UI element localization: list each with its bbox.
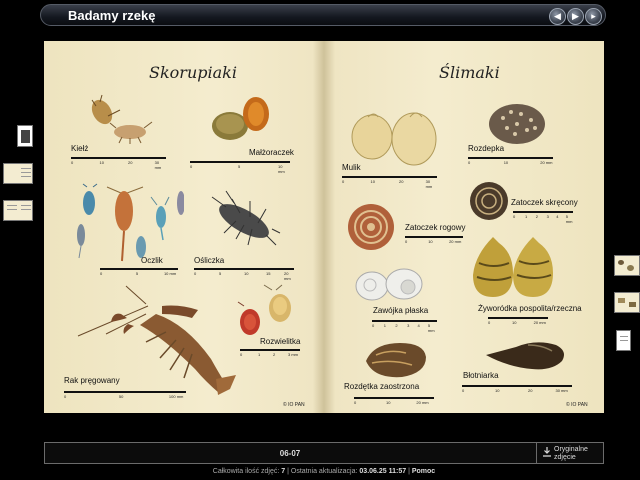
thumbnail-image — [629, 302, 636, 307]
thumbnail-image — [618, 260, 624, 265]
arrow-left-icon: ◀ — [554, 11, 561, 21]
label-osliczka: Ośliczka — [194, 256, 225, 265]
label-blotniarka: Błotniarka — [463, 371, 499, 380]
label-zatoczek-skrecony: Zatoczek skręcony — [511, 198, 578, 207]
bottom-panel: 06-07 Oryginalne zdjęcie — [44, 442, 604, 464]
scale-bar: 0123 mm — [240, 349, 300, 358]
thumbnail-image — [627, 265, 634, 271]
last-update-value: 03.06.25 11:57 — [359, 468, 407, 475]
thumbnail-pages-2-3[interactable] — [3, 163, 33, 184]
label-malzoraczek: Małżoraczek — [249, 148, 294, 157]
previous-button[interactable]: ◀ — [549, 8, 566, 25]
book-spread: Skorupiaki Kiełż 0 10 20 30 mm Małżoraczek … — [44, 41, 604, 413]
label-zatoczek-rogowy: Zatoczek rogowy — [405, 223, 466, 232]
label-oczlik: Oczlik — [141, 256, 163, 265]
scale-bar: 0 5 10 mm — [190, 161, 290, 174]
label-rozdepka: Rozdepka — [468, 144, 505, 153]
right-page-title: Ślimaki — [439, 63, 500, 82]
scale-bar: 0 10 20 mm — [354, 397, 434, 406]
valvata-illustration — [355, 268, 423, 301]
end-button[interactable]: ▸ — [585, 8, 602, 25]
arrow-end-icon: ▸ — [591, 11, 596, 21]
crayfish-illustration — [77, 285, 236, 395]
label-kielz: Kiełż — [71, 144, 89, 153]
thumbnail-page-1[interactable] — [17, 125, 33, 147]
scale-bar: 0 5 10 mm — [100, 268, 178, 277]
viviparus-illustration — [473, 237, 553, 297]
thumbnail-image — [618, 298, 625, 303]
scale-bar: 0 10 20 mm — [405, 236, 463, 245]
planorbarius-illustration — [348, 204, 394, 250]
label-zyworodka: Żyworódka pospolita/rzeczna — [478, 304, 582, 313]
original-photo-label: Oryginalne zdjęcie — [554, 446, 588, 461]
daphnia-illustration — [237, 284, 291, 335]
left-page-copyright: © IO PAN — [283, 402, 305, 408]
ostracod-illustration — [212, 97, 269, 140]
thumbnail-pages-4-5[interactable] — [3, 200, 33, 221]
label-rak-pregowany: Rak pręgowany — [64, 376, 120, 385]
scale-bar: 012345 mm — [372, 320, 437, 333]
last-update-label: Ostatnia aktualizacja: — [290, 468, 358, 475]
arrow-right-icon: ▶ — [572, 11, 579, 21]
download-icon — [543, 447, 551, 457]
scale-bar: 0 10 20 30 mm — [462, 385, 572, 394]
right-page-copyright: © IO PAN — [566, 402, 588, 408]
label-rozdetka: Rozdętka zaostrzona — [344, 382, 420, 391]
label-rozwielitka: Rozwielitka — [260, 337, 301, 346]
thumbnail-pages-10-11[interactable] — [614, 292, 640, 313]
window-title: Badamy rzekę — [68, 8, 156, 23]
planorbis-illustration — [470, 182, 508, 220]
amphipod-illustration — [91, 94, 153, 144]
scale-bar: 0 10 20 30 mm — [71, 157, 166, 170]
scale-bar: 012345 mm — [513, 211, 573, 224]
theodoxus-illustration — [489, 104, 545, 144]
thumbnail-pages-8-9[interactable] — [614, 255, 640, 276]
copepod-illustration — [77, 183, 184, 262]
original-photo-button[interactable]: Oryginalne zdjęcie — [536, 443, 604, 463]
scale-bar: 0 10 20 mm — [468, 157, 553, 166]
status-bar: Całkowita ilość zdjęć: 7 | Ostatnia aktu… — [212, 468, 436, 475]
next-button[interactable]: ▶ — [567, 8, 584, 25]
scale-bar: 0 10 20 30 mm — [342, 176, 437, 189]
lymnaea-illustration — [486, 342, 564, 370]
label-mulik: Mulik — [342, 163, 361, 172]
scale-bar: 0 10 20 mm — [488, 317, 548, 326]
physella-illustration — [366, 343, 426, 378]
page-numbers: 06-07 — [279, 449, 301, 458]
left-page-title: Skorupiaki — [149, 63, 237, 82]
thumbnail-image — [21, 130, 30, 143]
total-photos-value: 7 — [281, 468, 286, 475]
help-link[interactable]: Pomoc — [412, 468, 435, 475]
bithynia-illustration — [351, 112, 437, 166]
label-zawojka-plaska: Zawójka płaska — [373, 306, 429, 315]
total-photos-label: Całkowita ilość zdjęć: — [212, 468, 280, 475]
isopod-illustration — [211, 190, 281, 246]
thumbnail-page-12[interactable] — [616, 330, 631, 351]
scale-bar: 0 50 100 mm — [64, 391, 186, 400]
scale-bar: 0 5 10 15 20 mm — [194, 268, 294, 281]
